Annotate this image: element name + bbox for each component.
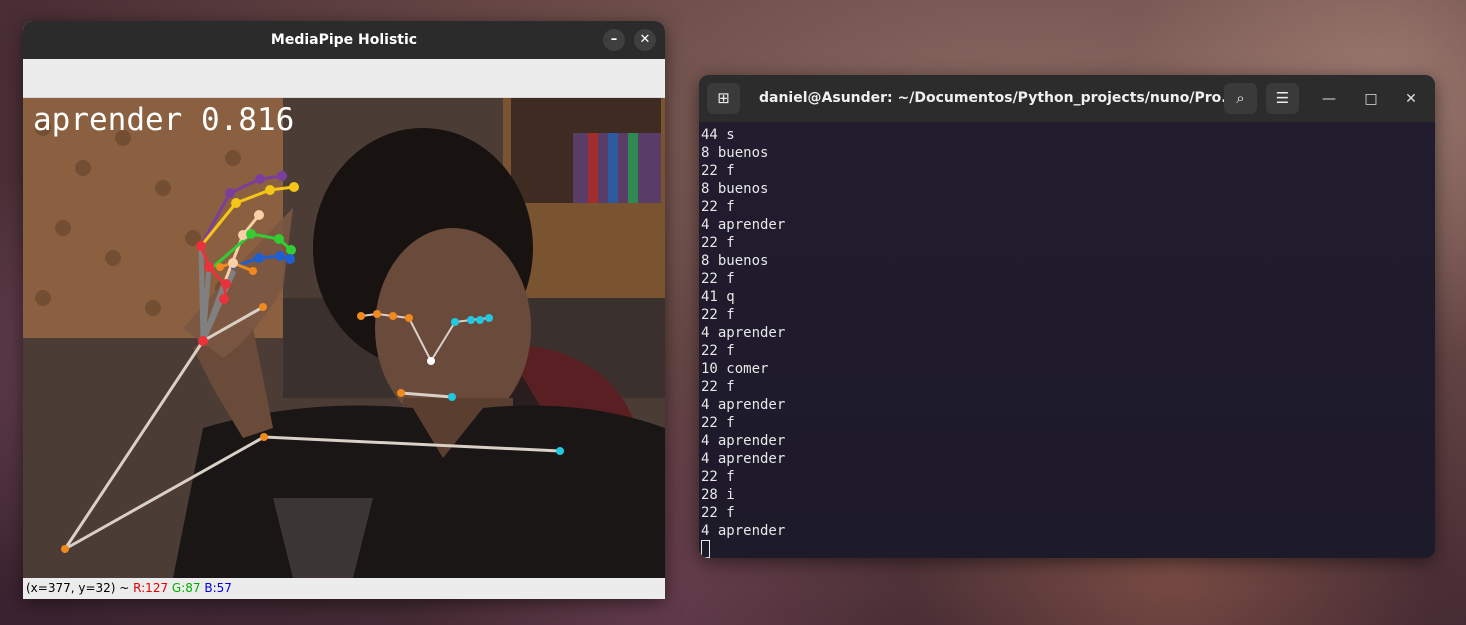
search-icon[interactable]: ⌕ (1224, 83, 1257, 114)
terminal-line: 22 f (701, 505, 735, 521)
terminal-line: 44 s (701, 127, 735, 143)
terminal-line: 10 comer (701, 361, 769, 377)
toolbar-area (23, 59, 665, 98)
terminal-title: daniel@Asunder: ~/Documentos/Python_proj… (759, 90, 1238, 106)
terminal-line: 22 f (701, 307, 735, 323)
mediapipe-titlebar[interactable]: MediaPipe Holistic – ✕ (23, 21, 665, 59)
terminal-line: 22 f (701, 469, 735, 485)
camera-view[interactable]: aprender 0.816 (23, 98, 665, 578)
prediction-label: aprender 0.816 (33, 102, 294, 138)
blue-value: B:57 (204, 581, 232, 595)
terminal-line: 22 f (701, 271, 735, 287)
close-button[interactable]: ✕ (634, 29, 656, 51)
text-cursor (701, 540, 710, 558)
red-value: R:127 (133, 581, 169, 595)
terminal-line: 22 f (701, 235, 735, 251)
terminal-line: 8 buenos (701, 145, 769, 161)
minimize-button[interactable]: — (1317, 87, 1341, 111)
terminal-output[interactable]: 44 s 8 buenos 22 f 8 buenos 22 f 4 apren… (699, 122, 1435, 558)
terminal-line: 22 f (701, 163, 735, 179)
menu-icon[interactable]: ☰ (1266, 83, 1299, 114)
close-button[interactable]: ✕ (1399, 87, 1423, 111)
cursor-coords: (x=377, y=32) ~ (26, 581, 134, 595)
window-title: MediaPipe Holistic (270, 32, 418, 48)
terminal-line: 8 buenos (701, 253, 769, 269)
terminal-line: 22 f (701, 343, 735, 359)
terminal-titlebar[interactable]: ⊞ daniel@Asunder: ~/Documentos/Python_pr… (699, 75, 1435, 122)
new-tab-icon[interactable]: ⊞ (707, 83, 740, 114)
prompt-line[interactable] (701, 540, 1435, 558)
terminal-line: 28 i (701, 487, 735, 503)
terminal-line: 4 aprender (701, 433, 786, 449)
terminal-line: 22 f (701, 199, 735, 215)
maximize-button[interactable]: □ (1359, 87, 1383, 111)
camera-frame: aprender 0.816 (23, 98, 665, 578)
terminal-line: 41 q (701, 289, 735, 305)
status-bar: (x=377, y=32) ~ R:127 G:87 B:57 (23, 578, 665, 599)
terminal-line: 22 f (701, 415, 735, 431)
terminal-line: 4 aprender (701, 451, 786, 467)
minimize-button[interactable]: – (603, 29, 625, 51)
terminal-line: 4 aprender (701, 217, 786, 233)
terminal-window: ⊞ daniel@Asunder: ~/Documentos/Python_pr… (699, 75, 1435, 558)
terminal-line: 22 f (701, 379, 735, 395)
terminal-line: 4 aprender (701, 397, 786, 413)
terminal-line: 4 aprender (701, 325, 786, 341)
green-value: G:87 (171, 581, 201, 595)
mediapipe-window: MediaPipe Holistic – ✕ aprender 0.816 (x… (23, 21, 665, 599)
terminal-line: 4 aprender (701, 523, 786, 539)
terminal-line: 8 buenos (701, 181, 769, 197)
